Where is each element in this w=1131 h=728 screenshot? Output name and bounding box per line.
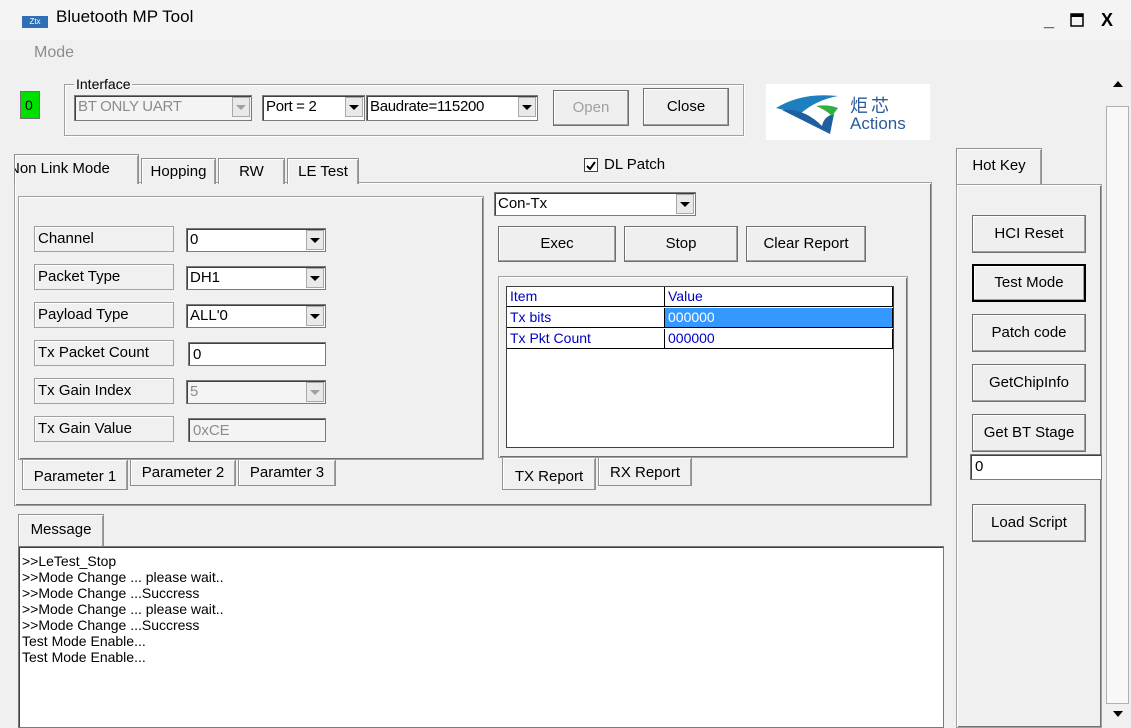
table-row-item[interactable]: Tx bits bbox=[507, 308, 665, 328]
tx-gain-index-value: 5 bbox=[190, 383, 199, 400]
interface-type-select[interactable]: BT ONLY UART bbox=[74, 95, 252, 121]
get-chip-info-button[interactable]: GetChipInfo bbox=[972, 364, 1086, 402]
arrow-up-icon bbox=[1113, 81, 1123, 87]
close-window-button[interactable]: X bbox=[1094, 8, 1120, 32]
message-line: Test Mode Enable... bbox=[22, 649, 146, 665]
payload-type-value: ALL'0 bbox=[190, 307, 228, 324]
tx-gain-index-label: Tx Gain Index bbox=[34, 378, 174, 404]
open-button[interactable]: Open bbox=[553, 90, 629, 126]
get-bt-stage-button[interactable]: Get BT Stage bbox=[972, 414, 1086, 452]
actions-logo: 炬芯 Actions bbox=[766, 84, 930, 140]
chevron-down-icon bbox=[232, 97, 250, 117]
patch-code-button[interactable]: Patch code bbox=[972, 314, 1086, 352]
chevron-down-icon bbox=[306, 382, 324, 402]
channel-value: 0 bbox=[190, 231, 199, 248]
baudrate-value: Baudrate=115200 bbox=[370, 98, 485, 115]
report-header-item: Item bbox=[507, 287, 665, 307]
tx-gain-index-select[interactable]: 5 bbox=[186, 380, 326, 404]
tx-packet-count-label: Tx Packet Count bbox=[34, 340, 174, 366]
connection-status-indicator: 0 bbox=[20, 91, 40, 119]
app-icon: Ztx bbox=[22, 16, 48, 28]
table-row-item[interactable]: Tx Pkt Count bbox=[507, 329, 665, 349]
logo-text: Actions bbox=[850, 114, 906, 133]
tab-parameter-2[interactable]: Parameter 2 bbox=[130, 460, 236, 486]
tab-hopping[interactable]: Hopping bbox=[141, 158, 216, 184]
chevron-down-icon bbox=[306, 230, 324, 250]
tab-parameter-1[interactable]: Parameter 1 bbox=[22, 460, 128, 490]
maximize-button[interactable] bbox=[1064, 8, 1090, 32]
report-header-value: Value bbox=[665, 287, 893, 307]
tx-packet-count-input[interactable]: 0 bbox=[188, 342, 326, 366]
vertical-scrollbar[interactable] bbox=[1104, 66, 1131, 728]
maximize-icon bbox=[1070, 13, 1084, 27]
arrow-down-icon bbox=[1113, 711, 1123, 717]
tab-tx-report[interactable]: TX Report bbox=[502, 458, 596, 490]
port-value: Port = 2 bbox=[266, 98, 317, 115]
chevron-down-icon bbox=[518, 97, 536, 117]
payload-type-select[interactable]: ALL'0 bbox=[186, 304, 326, 328]
channel-label: Channel bbox=[34, 226, 174, 252]
test-mode-value: Con-Tx bbox=[498, 195, 548, 212]
message-line: Test Mode Enable... bbox=[22, 633, 146, 649]
scroll-thumb[interactable] bbox=[1106, 106, 1129, 704]
stop-button[interactable]: Stop bbox=[624, 226, 738, 262]
tab-non-link-mode[interactable]: Non Link Mode bbox=[14, 154, 139, 184]
window-title: Bluetooth MP Tool bbox=[56, 7, 194, 26]
tab-rw[interactable]: RW bbox=[218, 158, 285, 184]
tab-parameter-3[interactable]: Paramter 3 bbox=[238, 460, 336, 486]
packet-type-select[interactable]: DH1 bbox=[186, 266, 326, 290]
message-line: >>Mode Change ... please wait.. bbox=[22, 601, 224, 617]
tab-le-test[interactable]: LE Test bbox=[287, 158, 359, 184]
dl-patch-label: DL Patch bbox=[604, 156, 666, 173]
tab-non-link-mode-label: Non Link Mode bbox=[14, 160, 110, 177]
payload-type-label: Payload Type bbox=[34, 302, 174, 328]
chevron-down-icon bbox=[306, 268, 324, 288]
report-table: Item Value Tx bits 000000 Tx Pkt Count 0… bbox=[506, 286, 894, 448]
packet-type-value: DH1 bbox=[190, 269, 221, 286]
chevron-down-icon bbox=[676, 194, 694, 214]
baudrate-select[interactable]: Baudrate=115200 bbox=[366, 95, 538, 121]
dl-patch-checkbox[interactable] bbox=[584, 158, 598, 172]
table-row-value[interactable]: 000000 bbox=[665, 329, 893, 349]
packet-type-label: Packet Type bbox=[34, 264, 174, 290]
message-log[interactable]: >>LeTest_Stop >>Mode Change ... please w… bbox=[18, 546, 944, 728]
load-script-button[interactable]: Load Script bbox=[972, 504, 1086, 542]
minimize-button[interactable]: _ bbox=[1036, 8, 1062, 32]
tab-hot-key[interactable]: Hot Key bbox=[956, 148, 1042, 184]
interface-group-label: Interface bbox=[74, 76, 133, 92]
exec-button[interactable]: Exec bbox=[498, 226, 616, 262]
scroll-up-button[interactable] bbox=[1106, 66, 1130, 102]
chevron-down-icon bbox=[306, 306, 324, 326]
tab-rx-report[interactable]: RX Report bbox=[598, 458, 692, 486]
bt-stage-input[interactable]: 0 bbox=[970, 454, 1102, 480]
menu-mode[interactable]: Mode bbox=[34, 44, 74, 62]
title-bar: Ztx Bluetooth MP Tool _ X bbox=[0, 0, 1131, 40]
clear-report-button[interactable]: Clear Report bbox=[746, 226, 866, 262]
tx-gain-value-input[interactable]: 0xCE bbox=[188, 418, 326, 442]
tab-message[interactable]: Message bbox=[18, 514, 104, 546]
actions-logo-icon bbox=[776, 95, 838, 134]
message-line: >>Mode Change ... please wait.. bbox=[22, 569, 224, 585]
test-mode-button[interactable]: Test Mode bbox=[972, 264, 1086, 302]
checkmark-icon bbox=[586, 161, 596, 171]
message-line: >>Mode Change ...Succress bbox=[22, 585, 200, 601]
message-line: >>LeTest_Stop bbox=[22, 553, 117, 569]
tx-gain-value-label: Tx Gain Value bbox=[34, 416, 174, 442]
message-line: >>Mode Change ...Succress bbox=[22, 617, 200, 633]
chevron-down-icon bbox=[345, 97, 363, 117]
interface-type-value: BT ONLY UART bbox=[78, 98, 182, 115]
hci-reset-button[interactable]: HCI Reset bbox=[972, 215, 1086, 253]
test-mode-select[interactable]: Con-Tx bbox=[494, 192, 696, 216]
channel-select[interactable]: 0 bbox=[186, 228, 326, 252]
scroll-down-button[interactable] bbox=[1106, 702, 1130, 726]
table-row-value[interactable]: 000000 bbox=[665, 308, 893, 328]
close-port-button[interactable]: Close bbox=[643, 88, 729, 126]
port-select[interactable]: Port = 2 bbox=[262, 95, 365, 121]
